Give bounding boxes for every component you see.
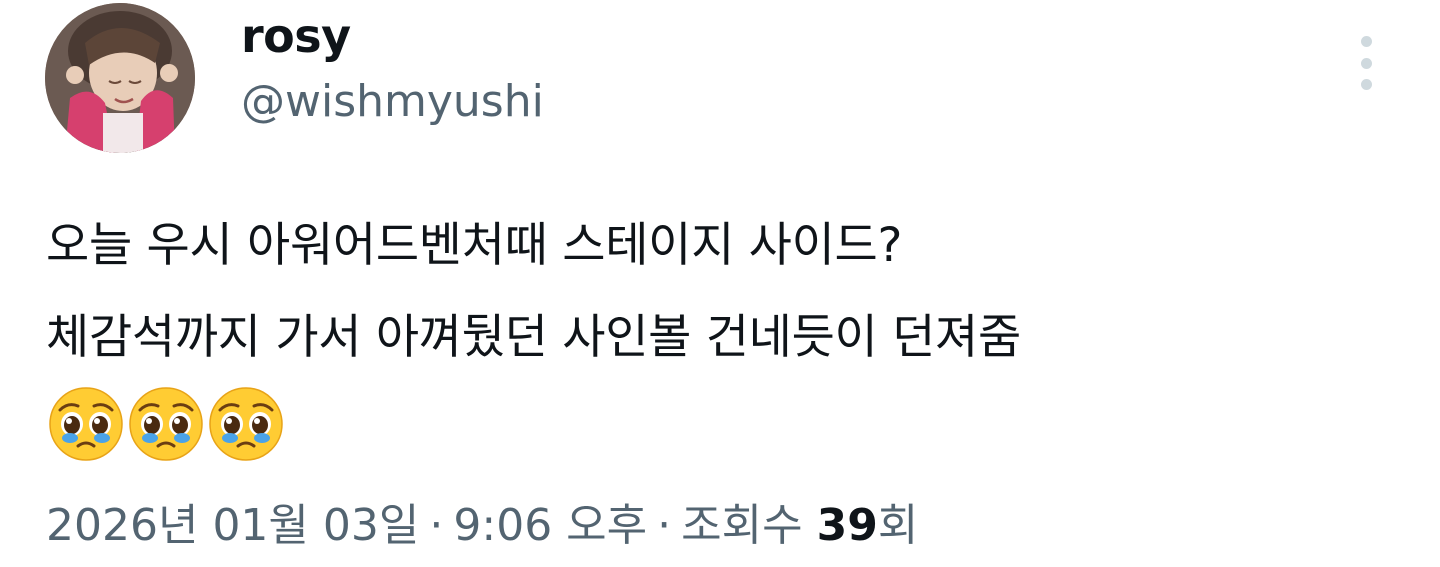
user-handle[interactable]: @wishmyushi: [241, 74, 544, 130]
pleading-face-emoji: [49, 387, 123, 461]
avatar[interactable]: [45, 3, 195, 153]
display-name[interactable]: rosy: [241, 8, 351, 64]
meta-separator: ·: [429, 500, 444, 551]
more-options-button[interactable]: [1346, 36, 1386, 90]
views-count: 39: [816, 500, 878, 551]
tweet-text-line: 체감석까지 가서 아껴뒀던 사인볼 건네듯이 던져줌: [46, 310, 1021, 365]
more-vertical-icon: [1360, 36, 1372, 47]
pleading-face-emoji: [129, 387, 203, 461]
more-vertical-icon-dot: [1360, 79, 1372, 90]
meta-separator: ·: [657, 500, 672, 551]
more-vertical-icon-dot: [1360, 57, 1372, 69]
tweet-meta: 2026년 01월 03일 · 9:06 오후 · 조회수 39회: [46, 496, 918, 556]
tweet-text-line: 오늘 우시 아워어드벤처때 스테이지 사이드?: [46, 218, 903, 273]
emoji-row: [48, 386, 284, 462]
views-label-suffix: 회: [877, 500, 919, 551]
pleading-face-emoji: [209, 387, 283, 461]
tweet-text: 오늘 우시 아워어드벤처때 스테이지 사이드? 체감석까지 가서 아껴뒀던 사인…: [46, 200, 1406, 384]
tweet-date[interactable]: 2026년 01월 03일: [46, 500, 419, 551]
tweet-time[interactable]: 9:06 오후: [453, 500, 647, 551]
avatar-image: [45, 3, 195, 153]
views-label-prefix: 조회수: [681, 500, 803, 551]
